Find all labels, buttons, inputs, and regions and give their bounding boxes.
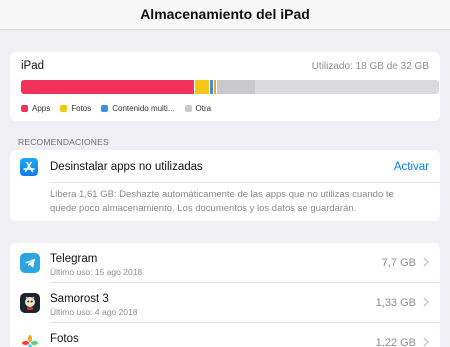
storage-summary-card: iPad Utilizado: 18 GB de 32 GB Apps Foto… [10, 52, 440, 121]
legend-item-media: Contenido multi... [101, 104, 175, 113]
device-name: iPad [21, 60, 45, 72]
legend-item-other: Otra [184, 104, 212, 113]
activate-button[interactable]: Activar [394, 161, 429, 173]
app-size: 1,33 GB [375, 297, 416, 309]
legend-dot-photos [60, 105, 68, 112]
legend-label: Contenido multi... [112, 104, 175, 113]
app-row-samorost[interactable]: Samorost 3 Último uso: 4 ago 2018 1,33 G… [10, 283, 440, 323]
storage-usage-bar [21, 80, 439, 94]
section-header-recommendations: RECOMENDACIONES [18, 137, 109, 147]
chevron-right-icon [423, 257, 430, 267]
telegram-icon [20, 253, 40, 273]
legend-item-apps: Apps [21, 104, 50, 113]
app-last-use: Último uso: 15 ago 2018 [50, 267, 143, 277]
storage-used-text: Utilizado: 18 GB de 32 GB [311, 61, 429, 72]
storage-segment-4 [215, 80, 256, 94]
recommendation-title: Desinstalar apps no utilizadas [50, 161, 203, 173]
app-last-use: Último uso: 4 ago 2018 [50, 307, 138, 317]
storage-segment-1 [194, 80, 210, 94]
chevron-right-icon [423, 297, 430, 307]
app-row-telegram[interactable]: Telegram Último uso: 15 ago 2018 7,7 GB [10, 243, 440, 283]
navigation-bar: Almacenamiento del iPad [0, 0, 450, 30]
app-size: 7,7 GB [381, 257, 416, 269]
legend-label: Otra [195, 104, 212, 113]
legend-label: Fotos [71, 104, 92, 113]
app-store-icon [20, 158, 38, 176]
legend-dot-other [184, 105, 192, 112]
legend-dot-media [101, 105, 109, 112]
samorost-icon [20, 293, 40, 313]
storage-segment-0 [21, 80, 195, 94]
app-size: 1,22 GB [375, 337, 416, 347]
recommendation-description: Libera 1,61 GB: Deshazte automáticamente… [50, 189, 394, 214]
photos-icon [20, 333, 40, 347]
legend-dot-apps [21, 105, 28, 112]
app-list: Telegram Último uso: 15 ago 2018 7,7 GB … [10, 243, 440, 347]
recommendation-card: Desinstalar apps no utilizadas Activar L… [10, 150, 440, 221]
divider [50, 182, 440, 183]
page-title: Almacenamiento del iPad [140, 6, 310, 22]
storage-legend: Apps Fotos Contenido multi... Otra [21, 104, 221, 113]
legend-label: Apps [32, 104, 51, 113]
legend-item-photos: Fotos [60, 104, 91, 113]
chevron-right-icon [423, 337, 430, 347]
app-name: Telegram [50, 253, 98, 265]
app-row-photos[interactable]: Fotos 1,22 GB [10, 323, 440, 347]
app-name: Samorost 3 [50, 293, 109, 305]
app-name: Fotos [50, 333, 79, 345]
